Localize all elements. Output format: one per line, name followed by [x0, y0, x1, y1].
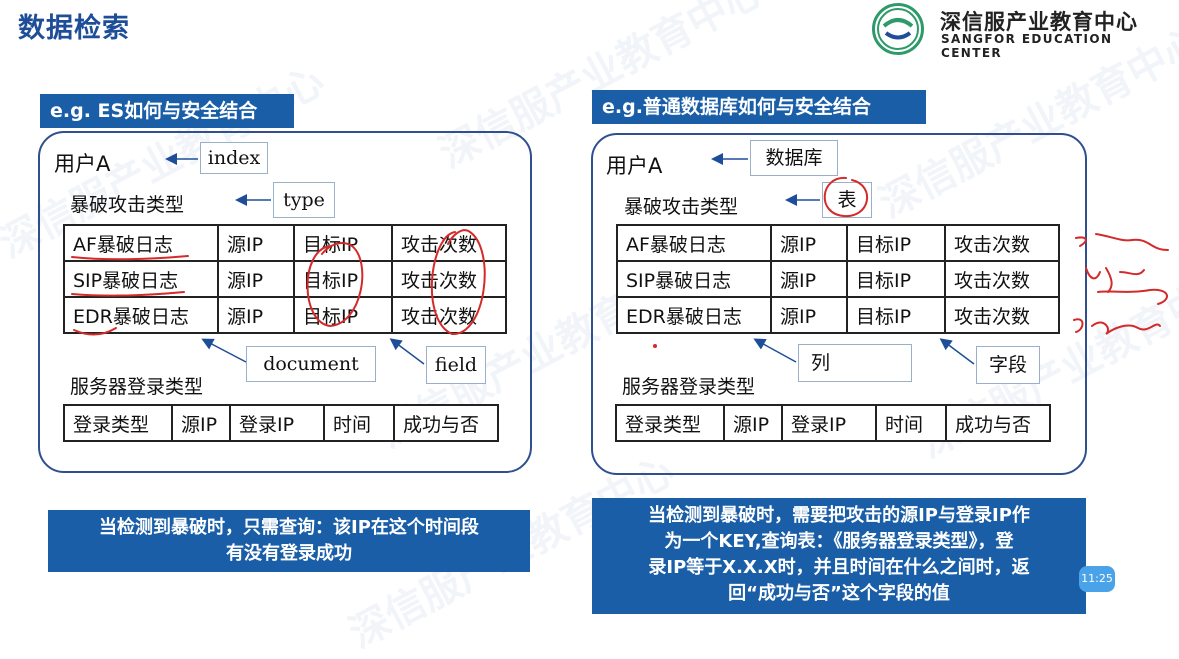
table-cell: 源IP [770, 260, 848, 298]
table-row: SIP暴破日志 源IP 目标IP 攻击次数 [616, 260, 1060, 298]
table-cell: 源IP [217, 224, 295, 262]
table-row: AF暴破日志 源IP 目标IP 攻击次数 [63, 224, 507, 262]
table-row: EDR暴破日志 源IP 目标IP 攻击次数 [616, 296, 1060, 334]
table-row: SIP暴破日志 源IP 目标IP 攻击次数 [63, 260, 507, 298]
table-cell: 目标IP [846, 296, 946, 334]
table-cell: 源IP [770, 224, 848, 262]
table-cell: 登录类型 [63, 404, 173, 442]
table-cell: 目标IP [846, 224, 946, 262]
logo-icon [872, 3, 924, 55]
table-cell: 目标IP [293, 296, 393, 334]
table-cell: 目标IP [293, 224, 393, 262]
note-line: 有没有登录成功 [226, 543, 352, 564]
right-tag-database: 数据库 [750, 140, 838, 176]
table-cell: AF暴破日志 [616, 224, 772, 262]
table-cell: 登录IP [781, 404, 877, 442]
table-cell: 源IP [770, 296, 848, 334]
table-cell: 目标IP [293, 260, 393, 298]
right-login-table: 登录类型 源IP 登录IP 时间 成功与否 [615, 404, 1051, 442]
logo-text-en: SANGFOR EDUCATION CENTER [941, 32, 1113, 60]
table-cell: 登录IP [229, 404, 325, 442]
table-row: 登录类型 源IP 登录IP 时间 成功与否 [63, 404, 499, 442]
right-note: 当检测到暴破时，需要把攻击的源IP与登录IP作 为一个KEY,查询表：《服务器登… [592, 498, 1086, 614]
right-banner: e.g.普通数据库如何与安全结合 [592, 90, 926, 124]
note-line: 当检测到暴破时，需要把攻击的源IP与登录IP作 [648, 505, 1030, 526]
right-tag-table: 表 [822, 182, 872, 218]
table-cell: AF暴破日志 [63, 224, 219, 262]
left-tag-field: field [426, 346, 486, 384]
table-cell: 源IP [171, 404, 231, 442]
note-line: 当检测到暴破时，只需查询：该IP在这个时间段 [99, 517, 479, 538]
table-cell: 源IP [217, 260, 295, 298]
left-attack-table: AF暴破日志 源IP 目标IP 攻击次数 SIP暴破日志 源IP 目标IP 攻击… [63, 224, 507, 334]
table-cell: 时间 [323, 404, 395, 442]
table-cell: 目标IP [846, 260, 946, 298]
table-row: AF暴破日志 源IP 目标IP 攻击次数 [616, 224, 1060, 262]
left-user-label: 用户A [54, 152, 111, 176]
right-server-label: 服务器登录类型 [622, 376, 756, 398]
table-cell: SIP暴破日志 [616, 260, 772, 298]
right-user-label: 用户A [606, 154, 663, 178]
note-line: 为一个KEY,查询表：《服务器登录类型》，登 [664, 531, 1014, 552]
table-cell: 成功与否 [393, 404, 499, 442]
table-cell: 攻击次数 [944, 296, 1060, 334]
table-cell: 源IP [723, 404, 783, 442]
table-cell: SIP暴破日志 [63, 260, 219, 298]
table-cell: 攻击次数 [944, 260, 1060, 298]
left-tag-document: document [246, 346, 376, 382]
note-line: 录IP等于X.X.X时，并且时间在什么之间时，返 [648, 557, 1030, 578]
table-cell: 源IP [217, 296, 295, 334]
table-cell: 攻击次数 [391, 224, 507, 262]
page-title: 数据检索 [18, 13, 130, 44]
left-tag-type: type [273, 182, 335, 218]
left-banner: e.g. ES如何与安全结合 [40, 94, 294, 128]
note-line: 回“成功与否”这个字段的值 [728, 583, 950, 604]
table-cell: 攻击次数 [944, 224, 1060, 262]
table-cell: EDR暴破日志 [616, 296, 772, 334]
table-cell: EDR暴破日志 [63, 296, 219, 334]
table-cell: 时间 [875, 404, 947, 442]
right-tag-field: 字段 [976, 346, 1040, 384]
table-cell: 登录类型 [615, 404, 725, 442]
table-cell: 成功与否 [945, 404, 1051, 442]
table-cell: 攻击次数 [391, 296, 507, 334]
left-type-label: 暴破攻击类型 [70, 194, 185, 216]
left-login-table: 登录类型 源IP 登录IP 时间 成功与否 [63, 404, 499, 442]
right-type-label: 暴破攻击类型 [624, 196, 739, 218]
table-row: 登录类型 源IP 登录IP 时间 成功与否 [615, 404, 1051, 442]
table-cell: 攻击次数 [391, 260, 507, 298]
time-badge: 11:25 [1079, 566, 1115, 592]
left-note: 当检测到暴破时，只需查询：该IP在这个时间段 有没有登录成功 [48, 510, 530, 572]
right-tag-column: 列 [798, 344, 912, 382]
left-tag-index: index [200, 142, 268, 174]
left-server-label: 服务器登录类型 [70, 376, 204, 398]
right-attack-table: AF暴破日志 源IP 目标IP 攻击次数 SIP暴破日志 源IP 目标IP 攻击… [616, 224, 1060, 334]
table-row: EDR暴破日志 源IP 目标IP 攻击次数 [63, 296, 507, 334]
